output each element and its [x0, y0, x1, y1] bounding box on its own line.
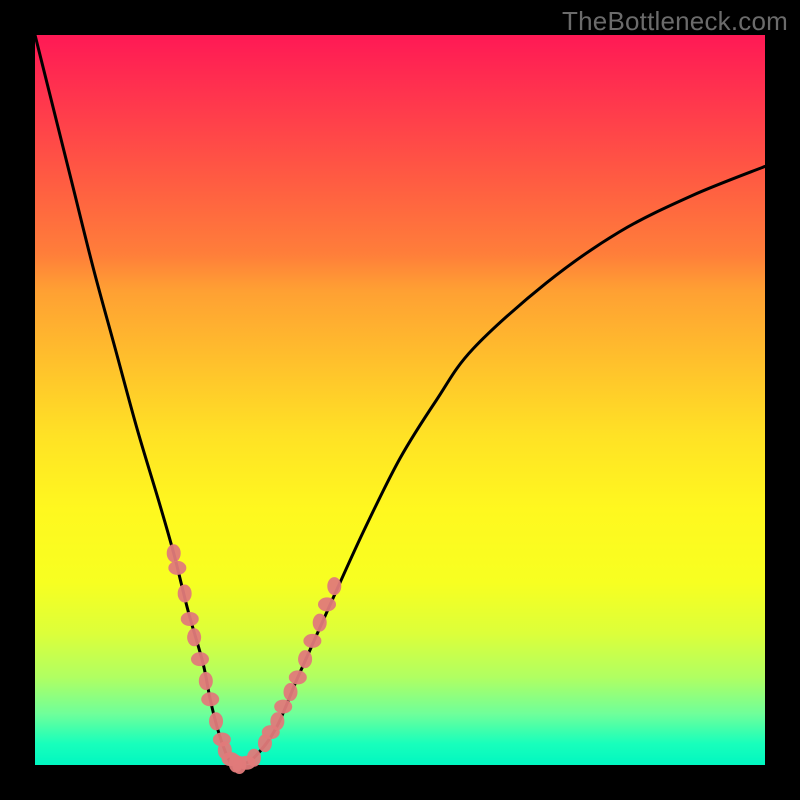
watermark-text: TheBottleneck.com [562, 6, 788, 37]
curve-line [35, 35, 765, 766]
chart-svg [35, 35, 765, 765]
plot-area [35, 35, 765, 765]
chart-frame: TheBottleneck.com [0, 0, 800, 800]
data-markers [167, 544, 342, 774]
